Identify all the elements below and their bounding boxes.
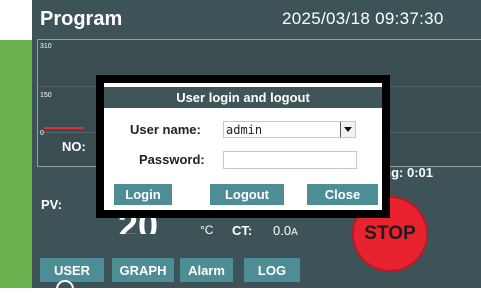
password-field[interactable]: [223, 151, 357, 169]
datetime-display: 2025/03/18 09:37:30: [282, 9, 444, 28]
cursor-icon: [56, 280, 74, 298]
ct-number: 0.0: [273, 223, 292, 238]
dialog-title: User login and logout: [104, 87, 382, 108]
y-tick-label: 150: [40, 92, 52, 99]
login-dialog: User login and logout User name: admin P…: [96, 75, 390, 218]
nav-alarm-button[interactable]: Alarm: [180, 258, 233, 282]
y-tick-label: 310: [40, 43, 52, 50]
login-button[interactable]: Login: [114, 184, 172, 205]
ct-value: 0.0A: [273, 223, 298, 238]
username-select[interactable]: admin: [223, 121, 356, 138]
pv-label: PV:: [41, 197, 62, 212]
trend-line: [44, 127, 84, 129]
logout-button[interactable]: Logout: [210, 184, 284, 205]
nav-graph-button[interactable]: GRAPH: [112, 258, 174, 282]
ct-label: CT:: [232, 223, 253, 238]
ct-unit: A: [291, 227, 298, 238]
close-button[interactable]: Close: [307, 184, 378, 205]
nav-log-button[interactable]: LOG: [244, 258, 300, 282]
y-tick-label: 0: [40, 130, 44, 137]
username-label: User name:: [130, 122, 201, 137]
chevron-down-icon[interactable]: [340, 122, 355, 137]
temperature-unit: °C: [200, 223, 214, 237]
login-dialog-body: User login and logout User name: admin P…: [104, 83, 382, 210]
nav-user-button[interactable]: USER: [40, 258, 104, 282]
step-number-label: NO:: [62, 139, 86, 154]
username-value: admin: [226, 123, 263, 137]
password-label: Password:: [139, 152, 205, 167]
page-title: Program: [40, 8, 123, 30]
